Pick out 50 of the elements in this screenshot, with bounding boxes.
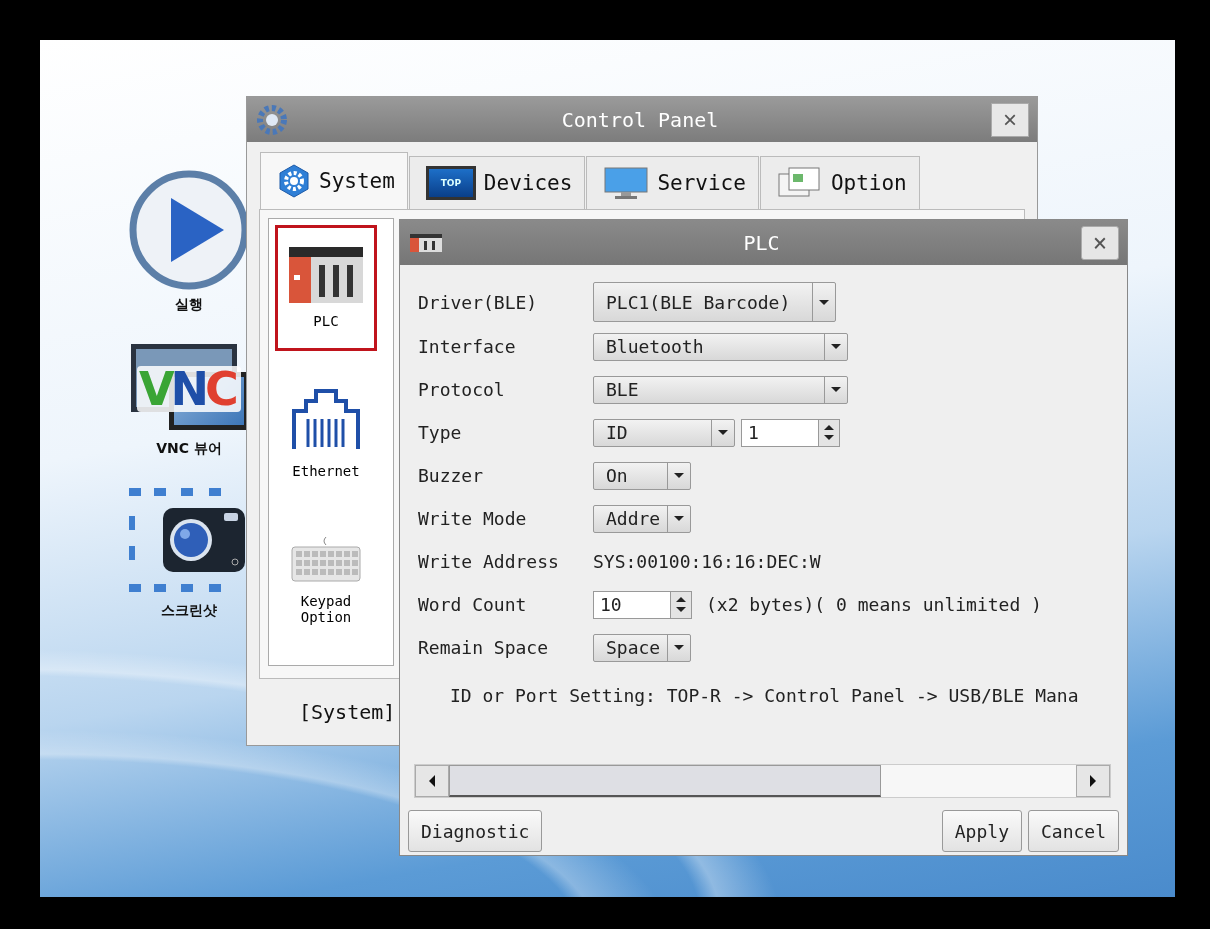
- tab[interactable]: System: [260, 152, 408, 209]
- desktop-icon-label: 실행: [175, 296, 203, 314]
- dropdown[interactable]: Bluetooth: [593, 332, 848, 361]
- windows-icon: [776, 166, 823, 200]
- field-label: Write Address: [418, 551, 560, 572]
- field-label: Interface: [418, 336, 517, 357]
- dropdown[interactable]: Addre: [593, 504, 691, 533]
- diagnostic-button[interactable]: Diagnostic: [408, 810, 543, 852]
- desktop-icon-label: 스크린샷: [161, 602, 217, 620]
- keyboard-icon: [290, 535, 362, 583]
- list-item[interactable]: Keypad Option: [275, 517, 377, 643]
- logo-text: VNC: [137, 366, 241, 412]
- horizontal-scrollbar[interactable]: [414, 764, 1111, 798]
- dropdown[interactable]: Space: [593, 633, 691, 662]
- status-text: [System]: [299, 700, 396, 724]
- dropdown[interactable]: BLE: [593, 375, 848, 404]
- window-title: Control Panel: [560, 107, 720, 132]
- gear-icon: [255, 102, 289, 137]
- hint-text: (x2 bytes)( 0 means unlimited ): [706, 594, 1042, 615]
- field-label: Remain Space: [418, 637, 550, 658]
- dialog-title: PLC: [742, 230, 781, 255]
- field-label: Type: [418, 422, 463, 443]
- field-label: Write Mode: [418, 508, 528, 529]
- field-label: Word Count: [418, 594, 528, 615]
- list-item[interactable]: Ethernet: [275, 371, 377, 497]
- info-text: ID or Port Setting: TOP-R -> Control Panel -> USB/BLE Mana: [450, 685, 1079, 706]
- tab[interactable]: TOP Devices: [408, 156, 586, 209]
- list-item[interactable]: PLC: [275, 225, 377, 351]
- apply-button[interactable]: Apply: [941, 810, 1022, 852]
- gear-icon: [277, 164, 311, 198]
- tab[interactable]: Service: [586, 156, 759, 209]
- scroll-left-icon[interactable]: [415, 765, 449, 797]
- dropdown[interactable]: PLC1(BLE Barcode): [593, 282, 836, 322]
- play-icon[interactable]: [129, 170, 249, 290]
- plc-rack-icon: [410, 233, 442, 252]
- dropdown[interactable]: On: [593, 461, 691, 490]
- dropdown[interactable]: ID: [593, 418, 735, 447]
- field-label: Buzzer: [418, 465, 485, 486]
- icon-text: TOP: [440, 178, 462, 188]
- field-label: Protocol: [418, 379, 506, 400]
- cancel-button[interactable]: Cancel: [1027, 810, 1119, 852]
- field-label: Driver(BLE): [418, 291, 539, 313]
- scroll-right-icon[interactable]: [1076, 765, 1110, 797]
- field-value: SYS:00100:16:16:DEC:W: [593, 551, 821, 572]
- close-button[interactable]: ×: [991, 102, 1029, 137]
- desktop-icon-label: VNC 뷰어: [156, 440, 222, 458]
- monitor-icon: [603, 166, 650, 200]
- tab[interactable]: Option: [759, 156, 920, 209]
- plc-rack-icon: [289, 247, 363, 303]
- close-button[interactable]: ×: [1081, 225, 1119, 260]
